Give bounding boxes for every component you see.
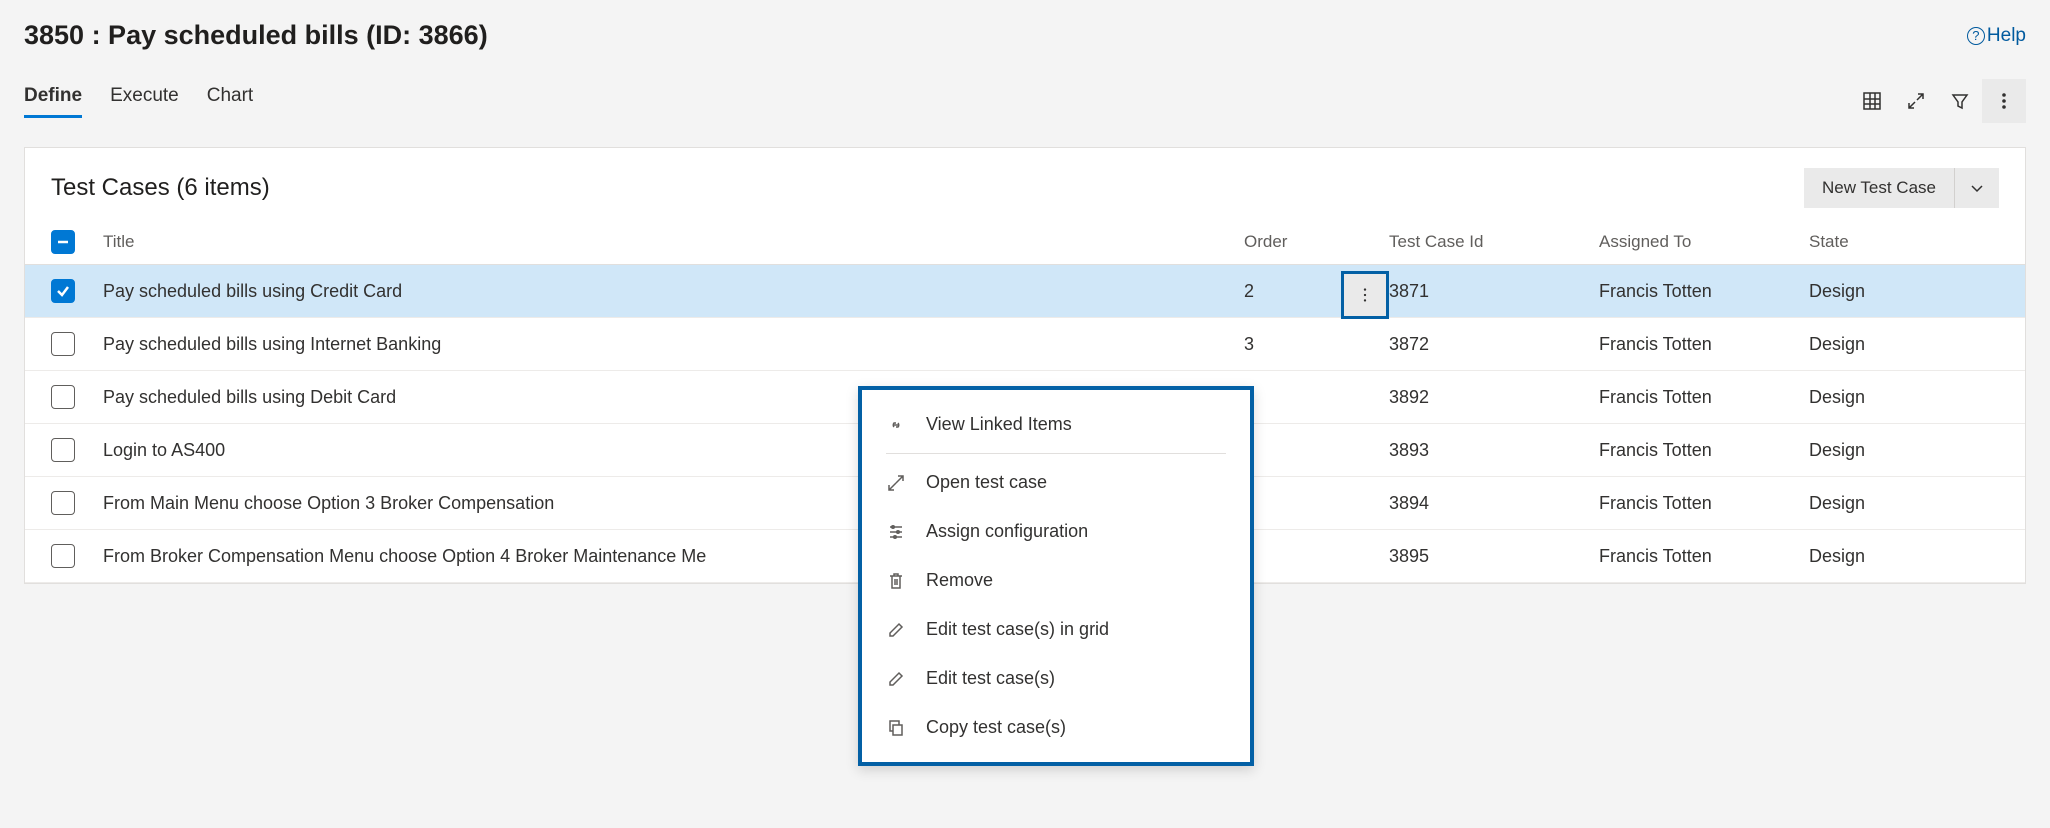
new-test-case-button[interactable]: New Test Case	[1804, 168, 1954, 208]
tab-chart[interactable]: Chart	[207, 85, 253, 118]
column-header-id[interactable]: Test Case Id	[1389, 232, 1599, 252]
row-title: Pay scheduled bills using Internet Banki…	[103, 334, 1244, 355]
copy-icon	[886, 718, 906, 738]
table-row[interactable]: Pay scheduled bills using Credit Card 2 …	[25, 265, 2025, 318]
row-checkbox[interactable]	[51, 279, 75, 303]
new-test-case-group: New Test Case	[1804, 168, 1999, 208]
more-vertical-icon	[1356, 286, 1374, 304]
row-id: 3894	[1389, 493, 1599, 514]
help-label: Help	[1987, 25, 2026, 47]
row-assigned: Francis Totten	[1599, 546, 1809, 567]
help-link[interactable]: ? Help	[1967, 25, 2026, 47]
menu-item-label: Edit test case(s) in grid	[926, 619, 1109, 640]
filter-button[interactable]	[1938, 79, 1982, 123]
edit-icon	[886, 669, 906, 689]
open-icon	[886, 473, 906, 493]
column-header-assigned[interactable]: Assigned To	[1599, 232, 1809, 252]
menu-item-assign-config[interactable]: Assign configuration	[862, 507, 1250, 556]
tabs: Define Execute Chart	[24, 85, 253, 118]
more-actions-button[interactable]	[1982, 79, 2026, 123]
row-more-button[interactable]	[1341, 271, 1389, 319]
row-state: Design	[1809, 493, 1999, 514]
row-title: Pay scheduled bills using Credit Card	[103, 281, 1244, 302]
tab-execute[interactable]: Execute	[110, 85, 179, 118]
menu-item-view-linked[interactable]: View Linked Items	[862, 400, 1250, 449]
row-checkbox[interactable]	[51, 438, 75, 462]
column-header-state[interactable]: State	[1809, 232, 1999, 252]
row-assigned: Francis Totten	[1599, 440, 1809, 461]
row-assigned: Francis Totten	[1599, 281, 1809, 302]
row-id: 3872	[1389, 334, 1599, 355]
row-order: 4	[1244, 387, 1389, 408]
table-row[interactable]: Pay scheduled bills using Internet Banki…	[25, 318, 2025, 371]
row-order: 5	[1244, 440, 1389, 461]
row-state: Design	[1809, 281, 1999, 302]
row-id: 3893	[1389, 440, 1599, 461]
row-id: 3892	[1389, 387, 1599, 408]
row-checkbox[interactable]	[51, 385, 75, 409]
row-id: 3895	[1389, 546, 1599, 567]
row-state: Design	[1809, 440, 1999, 461]
row-assigned: Francis Totten	[1599, 387, 1809, 408]
table-header: Title Order Test Case Id Assigned To Sta…	[25, 220, 2025, 265]
expand-icon	[1906, 91, 1926, 111]
select-all-checkbox[interactable]	[51, 230, 75, 254]
column-header-order[interactable]: Order	[1244, 232, 1389, 252]
trash-icon	[886, 571, 906, 591]
chevron-down-icon	[1969, 180, 1985, 196]
menu-item-label: Open test case	[926, 472, 1047, 493]
menu-item-remove[interactable]: Remove	[862, 556, 1250, 605]
row-checkbox[interactable]	[51, 332, 75, 356]
grid-icon	[1862, 91, 1882, 111]
filter-icon	[1950, 91, 1970, 111]
row-state: Design	[1809, 546, 1999, 567]
row-id: 3871	[1389, 281, 1599, 302]
menu-item-label: Assign configuration	[926, 521, 1088, 542]
help-icon: ?	[1967, 27, 1985, 45]
menu-divider	[886, 453, 1226, 454]
row-order: 3	[1244, 334, 1389, 355]
more-vertical-icon	[1994, 91, 2014, 111]
menu-item-open[interactable]: Open test case	[862, 458, 1250, 507]
row-assigned: Francis Totten	[1599, 493, 1809, 514]
menu-item-label: View Linked Items	[926, 414, 1072, 435]
menu-item-copy[interactable]: Copy test case(s)	[862, 703, 1250, 752]
row-checkbox[interactable]	[51, 544, 75, 568]
row-order: 6	[1244, 493, 1389, 514]
new-test-case-dropdown[interactable]	[1954, 168, 1999, 208]
panel-title: Test Cases (6 items)	[51, 174, 270, 202]
column-header-title[interactable]: Title	[103, 232, 1244, 252]
row-order: 7	[1244, 546, 1389, 567]
edit-icon	[886, 620, 906, 640]
row-state: Design	[1809, 387, 1999, 408]
menu-item-label: Remove	[926, 570, 993, 591]
grid-view-button[interactable]	[1850, 79, 1894, 123]
menu-item-label: Edit test case(s)	[926, 668, 1055, 689]
toolbar	[1850, 79, 2026, 123]
expand-button[interactable]	[1894, 79, 1938, 123]
row-state: Design	[1809, 334, 1999, 355]
page-title: 3850 : Pay scheduled bills (ID: 3866)	[24, 20, 488, 51]
config-icon	[886, 522, 906, 542]
row-context-menu: View Linked Items Open test case Assign …	[858, 386, 1254, 766]
menu-item-edit-grid[interactable]: Edit test case(s) in grid	[862, 605, 1250, 654]
link-icon	[886, 415, 906, 435]
row-checkbox[interactable]	[51, 491, 75, 515]
menu-item-label: Copy test case(s)	[926, 717, 1066, 738]
row-assigned: Francis Totten	[1599, 334, 1809, 355]
tab-define[interactable]: Define	[24, 85, 82, 118]
menu-item-edit[interactable]: Edit test case(s)	[862, 654, 1250, 703]
